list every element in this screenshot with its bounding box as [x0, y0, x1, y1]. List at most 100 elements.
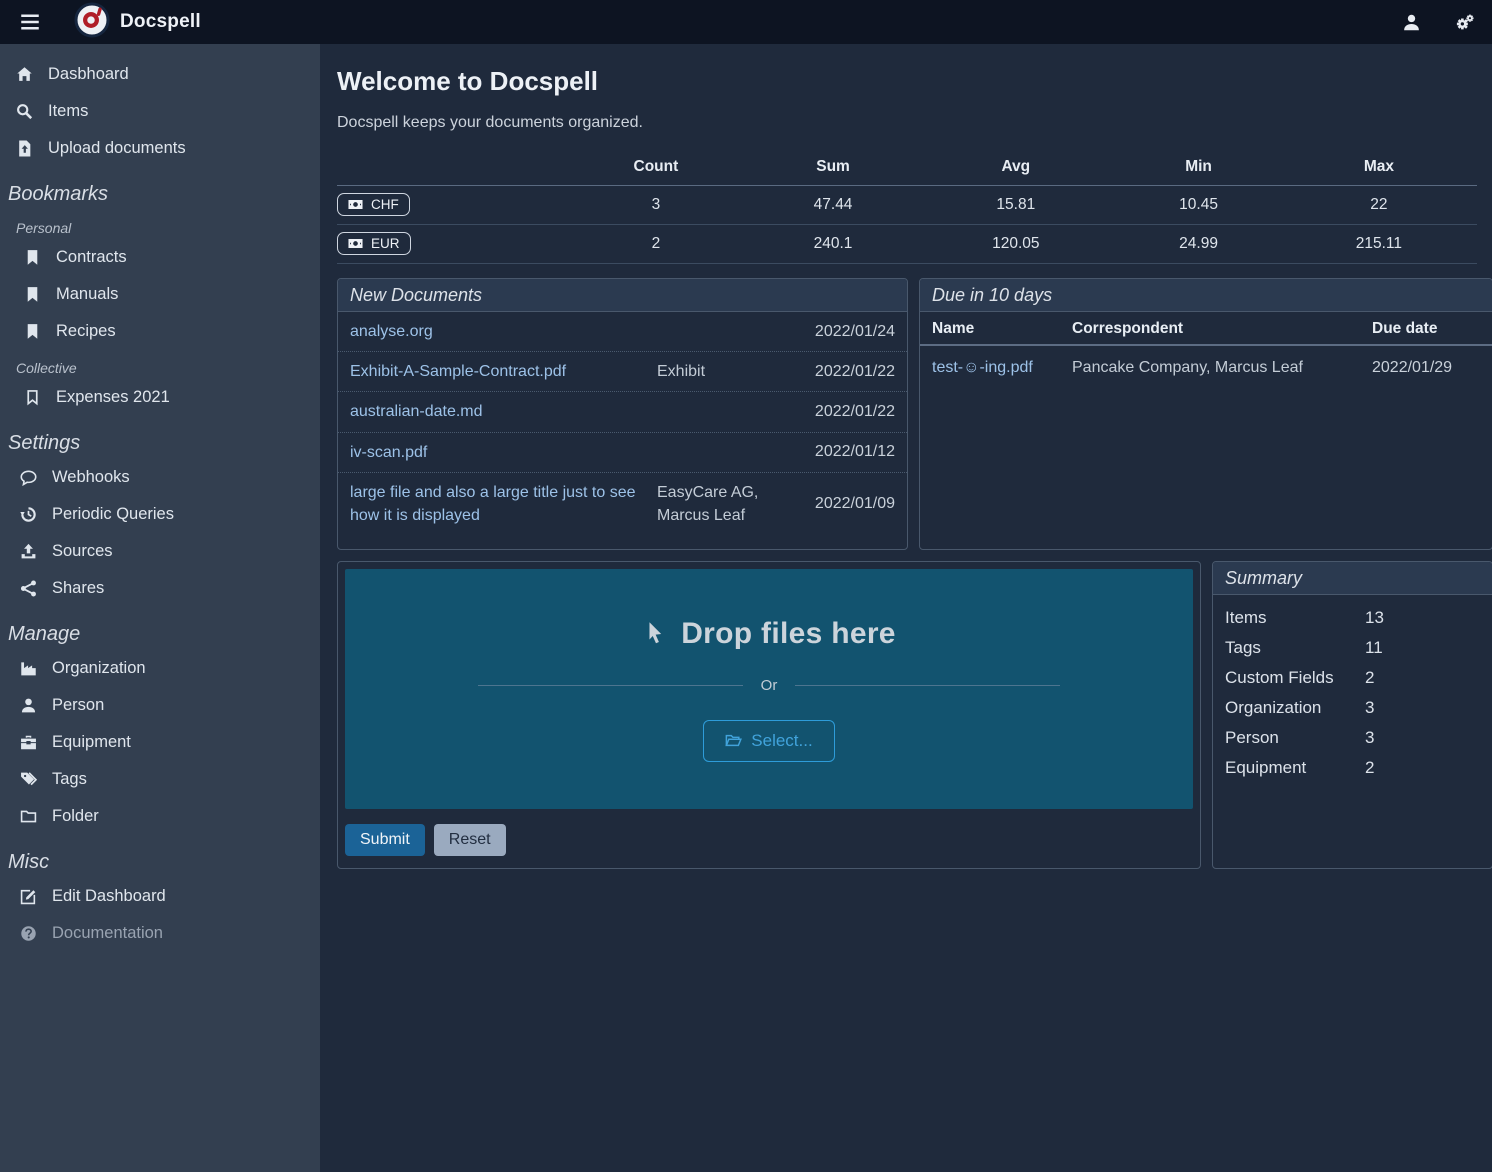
- stats-value: 10.45: [1116, 186, 1280, 225]
- bookmarks-section-title: Bookmarks: [0, 167, 320, 210]
- sidebar-item-person[interactable]: Person: [0, 687, 320, 724]
- sidebar-item-sources[interactable]: Sources: [0, 533, 320, 570]
- sidebar: Dasbhoard Items Upload documents Bookmar…: [0, 44, 320, 1172]
- sidebar-item-label: Person: [52, 696, 104, 715]
- summary-label: Custom Fields: [1225, 668, 1365, 688]
- sidebar-item-shares[interactable]: Shares: [0, 570, 320, 607]
- search-icon: [16, 103, 33, 120]
- file-upload-icon: [16, 140, 33, 157]
- summary-value: 2: [1365, 668, 1374, 688]
- sidebar-item-edit-dashboard[interactable]: Edit Dashboard: [0, 878, 320, 915]
- docspell-logo-icon: [74, 2, 110, 38]
- bookmark-contracts[interactable]: Contracts: [0, 239, 320, 276]
- history-icon: [20, 506, 37, 523]
- select-files-button[interactable]: Select...: [703, 720, 834, 762]
- submit-button[interactable]: Submit: [345, 824, 425, 856]
- document-link[interactable]: iv-scan.pdf: [350, 441, 657, 464]
- sidebar-item-documentation[interactable]: Documentation: [0, 915, 320, 952]
- stats-col-currency: [337, 156, 561, 186]
- edit-icon: [20, 888, 37, 905]
- summary-value: 3: [1365, 698, 1374, 718]
- summary-row: Equipment 2: [1213, 753, 1492, 783]
- bookmark-label: Manuals: [56, 285, 118, 304]
- sidebar-item-upload-documents[interactable]: Upload documents: [0, 130, 320, 167]
- sidebar-item-label: Dasbhoard: [48, 65, 129, 84]
- page-title: Welcome to Docspell: [337, 66, 1492, 97]
- document-link[interactable]: large file and also a large title just t…: [350, 481, 657, 527]
- due-document-link[interactable]: test-☺-ing.pdf: [920, 345, 1060, 385]
- summary-label: Items: [1225, 608, 1365, 628]
- industry-icon: [20, 660, 37, 677]
- due-col-due-date: Due date: [1360, 312, 1492, 345]
- page-subtitle: Docspell keeps your documents organized.: [337, 114, 1492, 132]
- sidebar-item-tags[interactable]: Tags: [0, 761, 320, 798]
- stats-col-avg: Avg: [915, 156, 1116, 186]
- due-date: 2022/01/29: [1360, 345, 1492, 385]
- summary-label: Equipment: [1225, 758, 1365, 778]
- sidebar-item-items[interactable]: Items: [0, 93, 320, 130]
- dropzone-title: Drop files here: [642, 617, 896, 651]
- new-documents-title: New Documents: [338, 279, 907, 312]
- document-correspondent: Exhibit: [657, 360, 807, 383]
- stats-value: 24.99: [1116, 225, 1280, 264]
- summary-label: Tags: [1225, 638, 1365, 658]
- stats-col-min: Min: [1116, 156, 1280, 186]
- sidebar-item-organization[interactable]: Organization: [0, 650, 320, 687]
- document-link[interactable]: analyse.org: [350, 320, 657, 343]
- sidebar-item-webhooks[interactable]: Webhooks: [0, 459, 320, 496]
- app-logo[interactable]: [74, 2, 110, 43]
- stats-value: 120.05: [915, 225, 1116, 264]
- stats-col-sum: Sum: [751, 156, 915, 186]
- bookmark-icon: [24, 249, 41, 266]
- sidebar-item-dashboard[interactable]: Dasbhoard: [0, 56, 320, 93]
- sidebar-item-folder[interactable]: Folder: [0, 798, 320, 835]
- due-panel-title: Due in 10 days: [920, 279, 1492, 312]
- comment-icon: [20, 469, 37, 486]
- stats-col-count: Count: [561, 156, 751, 186]
- select-files-label: Select...: [751, 731, 812, 751]
- summary-value: 11: [1365, 638, 1383, 658]
- bookmark-expenses-2021[interactable]: Expenses 2021: [0, 379, 320, 416]
- divider-line: [795, 685, 1060, 686]
- divider-line: [478, 685, 743, 686]
- new-documents-panel: New Documents analyse.org 2022/01/24 Exh…: [337, 278, 908, 550]
- document-link[interactable]: Exhibit-A-Sample-Contract.pdf: [350, 360, 657, 383]
- sidebar-item-label: Upload documents: [48, 139, 186, 158]
- or-label: Or: [761, 677, 778, 694]
- field-stats-table: Count Sum Avg Min Max CHF 3 47.: [337, 156, 1477, 264]
- document-row: Exhibit-A-Sample-Contract.pdf Exhibit 20…: [338, 352, 907, 392]
- folder-icon: [20, 808, 37, 825]
- sidebar-item-equipment[interactable]: Equipment: [0, 724, 320, 761]
- document-row: iv-scan.pdf 2022/01/12: [338, 433, 907, 473]
- due-correspondent: Pancake Company, Marcus Leaf: [1060, 345, 1360, 385]
- due-panel: Due in 10 days Name Correspondent Due da…: [919, 278, 1492, 550]
- stats-value: 215.11: [1281, 225, 1477, 264]
- sidebar-item-periodic-queries[interactable]: Periodic Queries: [0, 496, 320, 533]
- money-bill-icon: [348, 236, 363, 251]
- bookmark-manuals[interactable]: Manuals: [0, 276, 320, 313]
- file-dropzone[interactable]: Drop files here Or Select...: [345, 569, 1193, 809]
- sidebar-item-label: Folder: [52, 807, 99, 826]
- stats-value: 3: [561, 186, 751, 225]
- stats-row-eur: EUR 2 240.1 120.05 24.99 215.11: [337, 225, 1477, 264]
- reset-button[interactable]: Reset: [434, 824, 506, 856]
- summary-row: Person 3: [1213, 723, 1492, 753]
- menu-toggle-button[interactable]: [16, 8, 44, 36]
- question-circle-icon: [20, 925, 37, 942]
- settings-menu-button[interactable]: [1453, 11, 1476, 34]
- document-link[interactable]: australian-date.md: [350, 400, 657, 423]
- bookmark-recipes[interactable]: Recipes: [0, 313, 320, 350]
- user-menu-button[interactable]: [1400, 11, 1423, 34]
- sidebar-item-label: Documentation: [52, 924, 163, 943]
- stats-row-chf: CHF 3 47.44 15.81 10.45 22: [337, 186, 1477, 225]
- folder-open-icon: [725, 732, 742, 749]
- upload-panel: Drop files here Or Select... Submit Rese…: [337, 561, 1201, 869]
- upload-icon: [20, 543, 37, 560]
- bookmark-label: Expenses 2021: [56, 388, 170, 407]
- home-icon: [16, 66, 33, 83]
- summary-label: Organization: [1225, 698, 1365, 718]
- hamburger-icon: [20, 12, 40, 32]
- document-row: analyse.org 2022/01/24: [338, 312, 907, 352]
- stats-value: 240.1: [751, 225, 915, 264]
- user-icon: [1402, 13, 1421, 32]
